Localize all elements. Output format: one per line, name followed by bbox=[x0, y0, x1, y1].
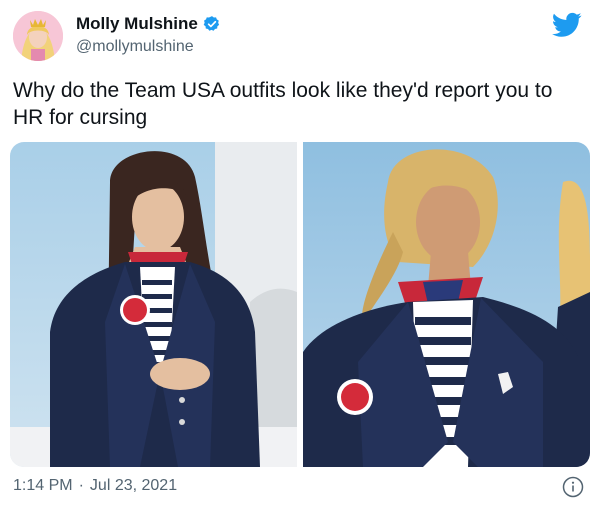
tweet-media bbox=[10, 142, 590, 467]
timestamp-separator: · bbox=[78, 477, 84, 494]
author-name-row: Molly Mulshine bbox=[76, 14, 221, 34]
verified-badge-icon bbox=[203, 15, 221, 33]
twitter-bird-icon[interactable] bbox=[552, 12, 582, 38]
author-handle[interactable]: @mollymulshine bbox=[76, 38, 194, 56]
avatar[interactable] bbox=[13, 11, 63, 61]
tweet-timestamp[interactable]: 1:14 PM · Jul 23, 2021 bbox=[13, 477, 177, 495]
tweet-date: Jul 23, 2021 bbox=[89, 477, 178, 494]
tweet-text: Why do the Team USA outfits look like th… bbox=[13, 79, 553, 129]
info-icon[interactable] bbox=[562, 476, 584, 498]
tweet-time: 1:14 PM bbox=[13, 477, 73, 494]
avatar-illustration bbox=[13, 11, 63, 61]
media-photo-1[interactable] bbox=[10, 142, 297, 467]
media-photo-2[interactable] bbox=[303, 142, 590, 467]
tweet-card: Molly Mulshine @mollymulshine Why do the… bbox=[0, 0, 600, 520]
author-display-name[interactable]: Molly Mulshine bbox=[76, 14, 198, 34]
